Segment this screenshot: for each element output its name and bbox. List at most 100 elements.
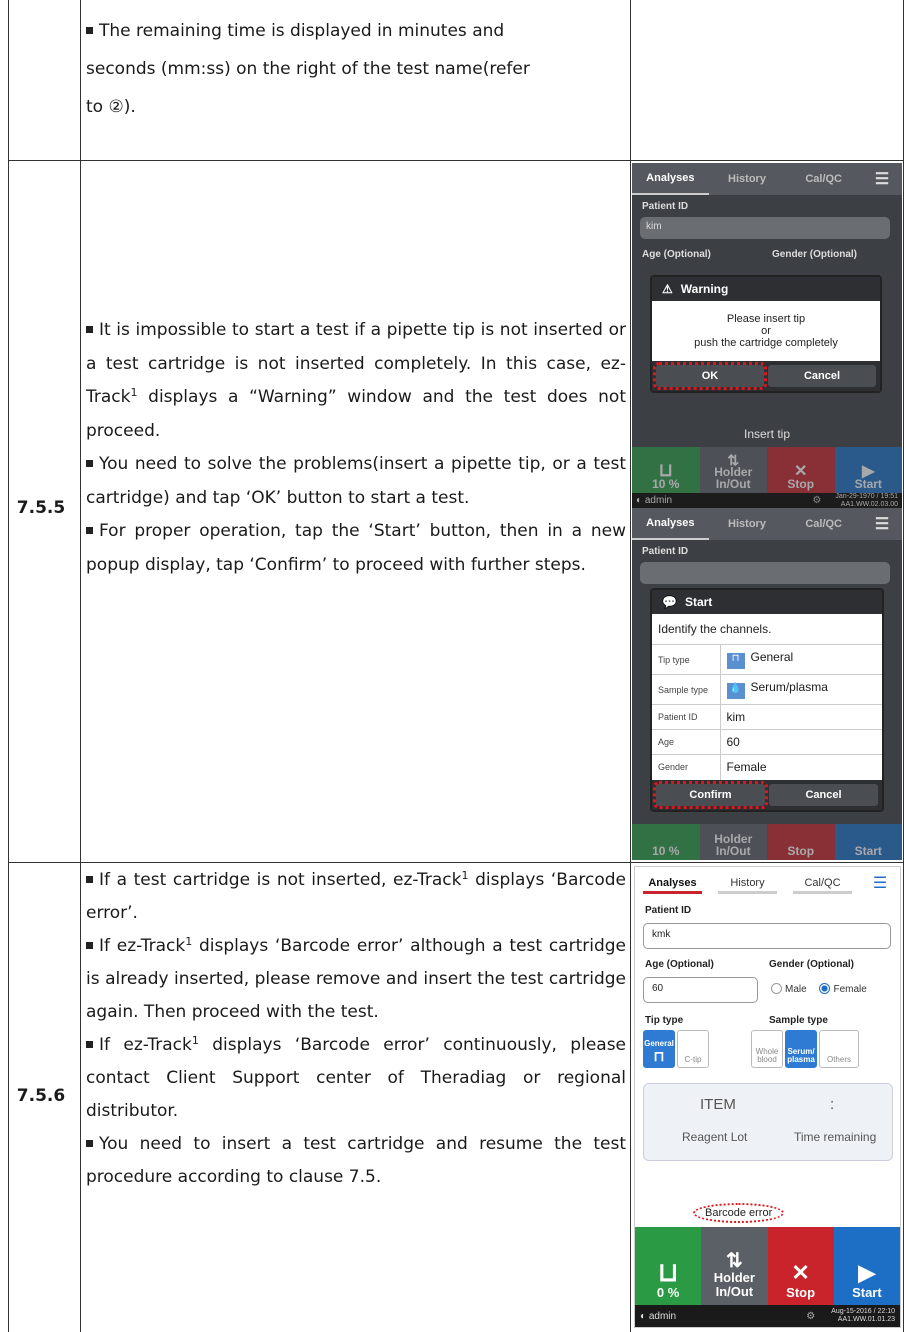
tab-analyses[interactable]: Analyses bbox=[635, 867, 710, 899]
time-remaining: Time remaining bbox=[794, 1130, 877, 1144]
screenshot-barcode-error: Analyses History Cal/QC ☰ Patient ID kmk… bbox=[634, 866, 901, 1328]
tip-icon: ⊓ bbox=[653, 1048, 665, 1064]
warning-icon: ⚠ bbox=[662, 282, 673, 296]
screenshot-start: Analyses History Cal/QC ☰ Patient ID 💬 S… bbox=[632, 508, 902, 860]
menu-icon[interactable]: ☰ bbox=[862, 163, 902, 195]
age-label: Age (Optional) bbox=[645, 959, 714, 970]
bullet-icon bbox=[86, 876, 93, 883]
start-button[interactable]: Start bbox=[834, 824, 902, 860]
tab-calqc[interactable]: Cal/QC bbox=[785, 508, 862, 540]
tip-type-label: Tip type bbox=[645, 1015, 684, 1026]
stop-button[interactable]: ✕ Stop bbox=[767, 1227, 834, 1307]
table-col-divider bbox=[80, 0, 81, 1332]
row2-para3: For proper operation, tap the ‘Start’ bu… bbox=[86, 521, 626, 575]
date-version: Aug-15-2016 / 22:10 AA1.WW.01.01.23 bbox=[831, 1308, 895, 1323]
insert-tip-text: Insert tip bbox=[743, 427, 791, 441]
tab-bar: Analyses History Cal/QC ☰ bbox=[632, 508, 902, 540]
table-row: Age 60 bbox=[652, 729, 882, 755]
start-button[interactable]: ▶ Start bbox=[833, 1227, 900, 1307]
bullet-icon bbox=[86, 1140, 93, 1147]
patient-id-field[interactable] bbox=[640, 562, 890, 584]
sample-serum-chip[interactable]: Serum/plasma bbox=[785, 1030, 817, 1068]
action-bar: ⊔ 0 % ⇅ Holder In/Out ✕ Stop ▶ Start bbox=[635, 1227, 900, 1307]
holder-button[interactable]: Holder In/Out bbox=[699, 824, 767, 860]
gender-radios: Male Female bbox=[771, 983, 867, 995]
gender-label: Gender (Optional) bbox=[772, 249, 857, 260]
row2-para2: You need to solve the problems(insert a … bbox=[86, 454, 626, 508]
bullet-icon bbox=[86, 326, 93, 333]
tab-calqc[interactable]: Cal/QC bbox=[785, 163, 862, 195]
row1-line2: seconds (mm:ss) on the right of the test… bbox=[86, 59, 530, 79]
confirm-button[interactable]: Confirm bbox=[653, 780, 768, 809]
row-divider-2 bbox=[8, 862, 904, 863]
screenshot-warning: Analyses History Cal/QC ☰ Patient ID kim… bbox=[632, 163, 902, 508]
gear-icon[interactable]: ⚙ bbox=[806, 1311, 815, 1322]
patient-id-field[interactable]: kmk bbox=[643, 923, 891, 949]
barcode-error-text: Barcode error bbox=[693, 1203, 785, 1223]
tip-general-chip[interactable]: General ⊓ bbox=[643, 1030, 675, 1068]
start-prompt: Identify the channels. bbox=[658, 622, 772, 636]
tip-ctip-chip[interactable]: C-tip bbox=[677, 1030, 709, 1068]
gender-label: Gender (Optional) bbox=[769, 959, 854, 970]
sample-whole-blood-chip[interactable]: Whole blood bbox=[751, 1030, 783, 1068]
item-label: ITEM bbox=[700, 1096, 736, 1113]
warning-dialog-title: ⚠ Warning bbox=[652, 277, 880, 301]
bullet-icon bbox=[86, 942, 93, 949]
menu-icon[interactable]: ☰ bbox=[862, 508, 902, 540]
status-bar: ◐ admin ⚙ Aug-15-2016 / 22:10 AA1.WW.01.0… bbox=[635, 1305, 900, 1327]
holder-button[interactable]: ⇅ Holder In/Out bbox=[701, 1227, 768, 1307]
section-number-7-5-5: 7.5.5 bbox=[16, 498, 66, 518]
start-buttons: Confirm Cancel bbox=[652, 779, 882, 810]
start-dialog-title: 💬 Start bbox=[652, 590, 882, 614]
section-number-7-5-6: 7.5.6 bbox=[16, 1086, 66, 1106]
row3-bullet4: You need to insert a test cartridge and … bbox=[86, 1134, 626, 1187]
menu-icon[interactable]: ☰ bbox=[860, 867, 900, 899]
bullet-icon bbox=[86, 1041, 93, 1048]
sample-others-chip[interactable]: Others bbox=[819, 1030, 859, 1068]
tab-analyses[interactable]: Analyses bbox=[632, 508, 709, 540]
ok-button[interactable]: OK bbox=[653, 362, 767, 390]
row1-text: The remaining time is displayed in minut… bbox=[86, 12, 626, 126]
age-field[interactable]: 60 bbox=[643, 977, 758, 1003]
tab-history[interactable]: History bbox=[709, 163, 786, 195]
tab-analyses[interactable]: Analyses bbox=[632, 163, 709, 195]
holder-button[interactable]: ⇅ Holder In/Out bbox=[699, 447, 767, 493]
tab-history[interactable]: History bbox=[710, 867, 785, 899]
row3-bullet2: If ez-Track1 displays ‘Barcode error’ al… bbox=[86, 935, 627, 1022]
arrows-icon: ⇅ bbox=[725, 1250, 743, 1272]
warning-buttons: OK Cancel bbox=[652, 361, 880, 391]
stop-button[interactable]: Stop bbox=[767, 824, 835, 860]
stop-icon: ✕ bbox=[791, 1260, 810, 1285]
reagent-lot: Reagent Lot bbox=[682, 1130, 748, 1144]
date-version: Jan-29-1970 / 19:51 AA1.WW.02.03.00 bbox=[835, 492, 898, 508]
patient-id-label: Patient ID bbox=[642, 546, 689, 557]
row2-text: It is impossible to start a test if a pi… bbox=[86, 314, 626, 582]
progress-button: ⊔ 10 % bbox=[632, 447, 700, 493]
gear-icon[interactable]: ⚙ bbox=[812, 495, 821, 506]
start-button[interactable]: ▶ Start bbox=[834, 447, 902, 493]
action-bar: ⊔ 10 % ⇅ Holder In/Out ✕ Stop ▶ Start bbox=[632, 447, 902, 493]
tab-bar: Analyses History Cal/QC ☰ bbox=[632, 163, 902, 195]
cup-icon: ⊔ bbox=[658, 460, 673, 480]
stop-button[interactable]: ✕ Stop bbox=[767, 447, 835, 493]
female-radio[interactable] bbox=[819, 983, 831, 994]
row-divider-1 bbox=[8, 160, 904, 161]
table-row: Gender Female bbox=[652, 754, 882, 780]
male-radio[interactable] bbox=[771, 983, 782, 994]
tab-calqc[interactable]: Cal/QC bbox=[785, 867, 860, 899]
cancel-button[interactable]: Cancel bbox=[769, 783, 878, 806]
patient-id-field[interactable]: kim bbox=[640, 217, 890, 239]
user-name: admin bbox=[644, 495, 673, 506]
user-icon: ◐ bbox=[640, 1310, 649, 1322]
age-label: Age (Optional) bbox=[642, 249, 711, 260]
start-dialog: 💬 Start Identify the channels. Tip type ⊓… bbox=[650, 588, 884, 812]
row1-line1: The remaining time is displayed in minut… bbox=[99, 21, 505, 41]
cancel-button[interactable]: Cancel bbox=[768, 365, 876, 387]
tab-history[interactable]: History bbox=[709, 508, 786, 540]
row3-text: If a test cartridge is not inserted, ez-… bbox=[86, 864, 626, 1194]
user-name: admin bbox=[648, 1310, 677, 1322]
table-row: Tip type ⊓ General bbox=[652, 644, 882, 675]
progress-button: ⊔ 0 % bbox=[635, 1227, 702, 1307]
row3-bullet3: If ez-Track1 displays ‘Barcode error’ co… bbox=[86, 1034, 627, 1121]
chat-icon: 💬 bbox=[662, 595, 677, 609]
